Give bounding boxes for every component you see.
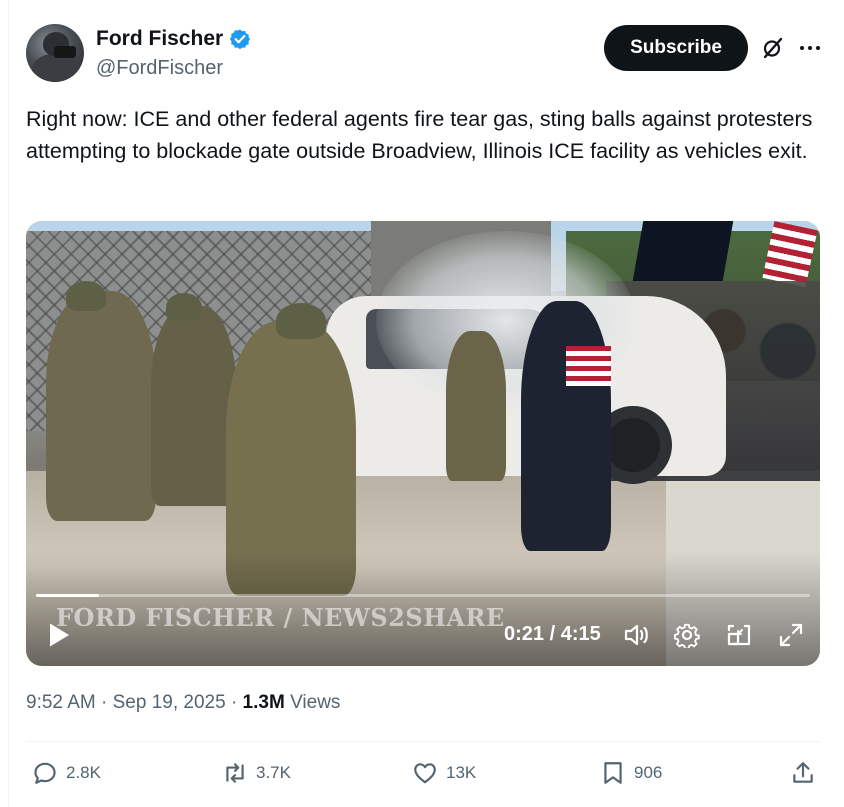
share-button[interactable] <box>790 760 816 786</box>
reply-button[interactable]: 2.8K <box>32 760 101 786</box>
video-frame-protester <box>521 301 611 551</box>
more-options-icon[interactable] <box>798 36 822 60</box>
tweet-time[interactable]: 9:52 AM <box>26 692 96 714</box>
picture-in-picture-icon[interactable] <box>726 622 752 648</box>
grok-icon[interactable] <box>761 36 785 60</box>
video-player[interactable]: FORD FISCHER / NEWS2SHARE 0:21 / 4:15 <box>26 221 820 666</box>
author-name-row: Ford Fischer <box>96 27 251 51</box>
video-frame-agent-helmet <box>276 303 326 339</box>
tweet-meta: 9:52 AM · Sep 19, 2025 · 1.3M Views <box>26 692 340 714</box>
video-frame-banner <box>632 221 734 281</box>
meta-divider <box>26 741 820 742</box>
video-frame-agent <box>151 306 236 506</box>
like-count: 13K <box>446 763 477 782</box>
play-icon[interactable] <box>48 622 70 648</box>
video-frame-agent-helmet <box>166 293 202 321</box>
verified-badge-icon <box>230 29 251 50</box>
subscribe-button[interactable]: Subscribe <box>604 25 748 71</box>
bookmark-button[interactable]: 906 <box>600 760 662 786</box>
share-icon <box>793 762 813 783</box>
author-display-name[interactable]: Ford Fischer <box>96 27 223 51</box>
video-frame-agent-helmet <box>66 281 106 311</box>
tweet-header: Ford Fischer @FordFischer Subscribe <box>26 24 826 84</box>
avatar-body-shape <box>32 54 80 82</box>
author-handle[interactable]: @FordFischer <box>96 57 223 80</box>
video-frame-agent <box>46 291 156 521</box>
video-frame-agent <box>446 331 506 481</box>
repost-count: 3.7K <box>256 763 291 782</box>
reply-icon <box>34 762 56 784</box>
more-dot <box>800 46 804 50</box>
bookmark-icon <box>604 762 622 784</box>
views-count[interactable]: 1.3M <box>243 692 285 714</box>
heart-icon <box>414 763 436 784</box>
video-progress-fill <box>36 594 100 597</box>
bookmark-count: 906 <box>634 763 663 782</box>
tweet-text: Right now: ICE and other federal agents … <box>26 107 813 163</box>
repost-icon <box>226 763 244 783</box>
avatar-camera-shape <box>54 46 76 58</box>
reply-count: 2.8K <box>66 763 101 782</box>
like-button[interactable]: 13K <box>412 760 476 786</box>
timeline-border <box>8 0 9 807</box>
video-frame-protester-flag <box>566 346 611 386</box>
more-dot <box>816 46 820 50</box>
tweet-date[interactable]: Sep 19, 2025 <box>113 692 226 714</box>
volume-icon[interactable] <box>622 621 650 649</box>
repost-button[interactable]: 3.7K <box>222 760 291 786</box>
more-dot <box>808 46 812 50</box>
video-progress-bar[interactable] <box>36 594 810 597</box>
fullscreen-icon[interactable] <box>778 622 804 648</box>
video-watermark: FORD FISCHER / NEWS2SHARE <box>56 603 505 632</box>
author-avatar[interactable] <box>26 24 84 82</box>
settings-gear-icon[interactable] <box>674 622 700 648</box>
video-time: 0:21 / 4:15 <box>504 623 601 645</box>
views-label: Views <box>290 692 341 713</box>
